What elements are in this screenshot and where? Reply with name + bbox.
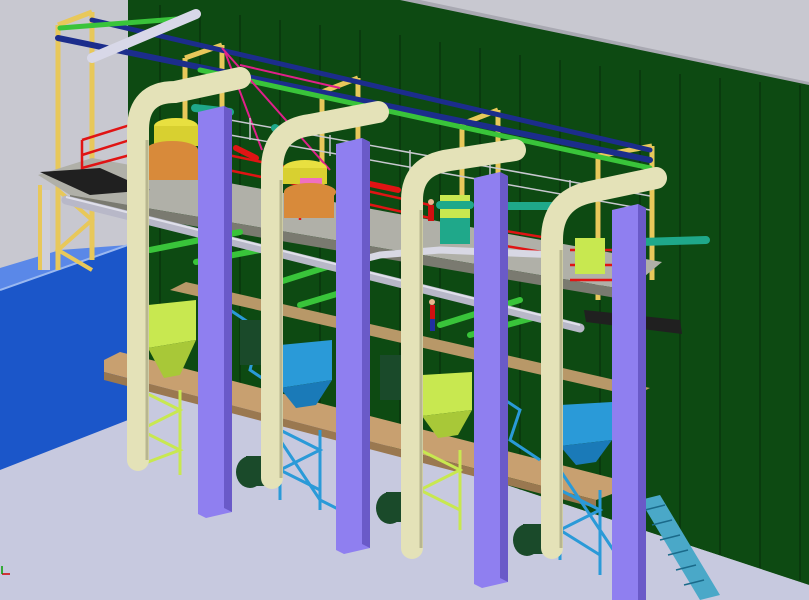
far-left-strut — [42, 190, 50, 270]
3d-model-viewport[interactable] — [0, 0, 809, 600]
plant-structure-3d-scene[interactable] — [0, 0, 809, 600]
